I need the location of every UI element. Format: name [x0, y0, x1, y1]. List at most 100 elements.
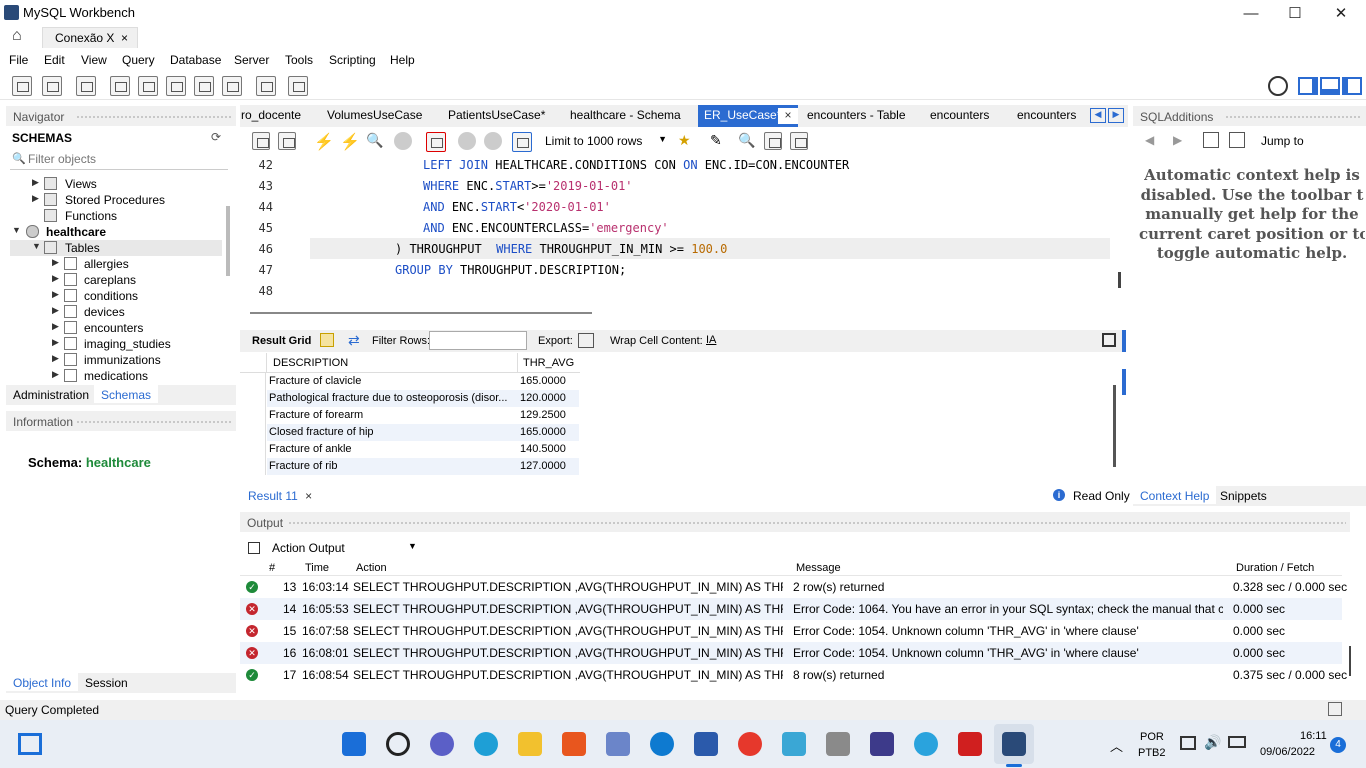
teamviewer-icon[interactable]	[650, 732, 674, 756]
menu-help[interactable]: Help	[390, 53, 415, 67]
telegram-icon[interactable]	[914, 732, 938, 756]
acrobat-icon[interactable]	[958, 732, 982, 756]
mysql-workbench-icon[interactable]	[1002, 732, 1026, 756]
jump-to-label[interactable]: Jump to	[1261, 134, 1304, 148]
expand-arrow-icon[interactable]: ▶	[32, 193, 39, 204]
open-sql-script-icon[interactable]	[42, 76, 62, 96]
collapse-arrow-icon[interactable]: ▼	[12, 225, 21, 235]
create-procedure-icon[interactable]	[194, 76, 214, 96]
tab-editor[interactable]: encounters - Table	[807, 108, 906, 122]
tab-scroll-right-icon[interactable]: ▶	[1108, 108, 1124, 123]
menu-edit[interactable]: Edit	[44, 53, 65, 67]
connection-tab[interactable]: Conexão X ×	[42, 27, 138, 48]
connection-tab-close-icon[interactable]: ×	[121, 31, 128, 45]
table-row[interactable]: Fracture of clavicle 165.0000	[267, 373, 579, 390]
create-view-icon[interactable]	[166, 76, 186, 96]
output-row[interactable]: ✕ 15 16:07:58 SELECT THROUGHPUT.DESCRIPT…	[240, 620, 1342, 642]
beautify-icon[interactable]: ✎	[710, 132, 722, 149]
start-windows-icon[interactable]	[342, 732, 366, 756]
column-header[interactable]: THR_AVG	[523, 355, 574, 369]
tab-editor[interactable]: healthcare - Schema	[570, 108, 681, 122]
table-row[interactable]: Fracture of rib 127.0000	[267, 458, 579, 475]
volume-icon[interactable]: 🔊	[1204, 734, 1221, 751]
export-icon[interactable]	[578, 333, 594, 348]
search-table-data-icon[interactable]	[256, 76, 276, 96]
tab-editor[interactable]: VolumesUseCase	[327, 108, 422, 122]
chevron-up-icon[interactable]: ︿	[1110, 736, 1123, 755]
side-panel-handle[interactable]	[1122, 369, 1126, 395]
output-selector[interactable]: Action Output ▼	[248, 539, 428, 559]
manual-help-icon[interactable]	[1203, 132, 1219, 148]
new-sql-tab-icon[interactable]	[12, 76, 32, 96]
explain-icon[interactable]: 🔍	[366, 132, 383, 149]
toggle-form-view-icon[interactable]	[1102, 333, 1116, 347]
editor-horizontal-scrollbar[interactable]	[250, 312, 592, 314]
create-function-icon[interactable]	[222, 76, 242, 96]
tab-editor[interactable]: ro_docente	[241, 108, 301, 122]
create-table-icon[interactable]	[138, 76, 158, 96]
table-row[interactable]: Closed fracture of hip 165.0000	[267, 424, 579, 441]
toggle-output-icon[interactable]	[1320, 77, 1340, 95]
toggle-sidebar-icon[interactable]	[1298, 77, 1318, 95]
forward-arrow-icon[interactable]: ▶	[1173, 133, 1182, 147]
expand-arrow-icon[interactable]: ▶	[52, 273, 59, 284]
toggle-error-icon[interactable]	[426, 132, 446, 152]
output-row[interactable]: ✕ 14 16:05:53 SELECT THROUGHPUT.DESCRIPT…	[240, 598, 1342, 620]
inspector-icon[interactable]	[76, 76, 96, 96]
tab-context-help[interactable]: Context Help	[1133, 486, 1217, 504]
limit-rows-select[interactable]: Limit to 1000 rows ▼	[545, 132, 669, 150]
preferences-gear-icon[interactable]	[1268, 76, 1288, 96]
column-header[interactable]: #	[269, 562, 275, 574]
printer-icon[interactable]	[826, 732, 850, 756]
remote-desktop-icon[interactable]	[870, 732, 894, 756]
filter-objects-input[interactable]	[28, 152, 218, 166]
tab-editor[interactable]: encounters	[930, 108, 989, 122]
search-icon[interactable]	[386, 732, 410, 756]
tab-schemas[interactable]: Schemas	[94, 385, 159, 403]
notification-badge[interactable]: 4	[1330, 737, 1346, 753]
table-row[interactable]: Fracture of ankle 140.5000	[267, 441, 579, 458]
expand-arrow-icon[interactable]: ▶	[52, 289, 59, 300]
tab-session[interactable]: Session	[78, 673, 135, 691]
execute-icon[interactable]: ⚡	[314, 132, 334, 152]
minimize-button[interactable]: —	[1228, 0, 1274, 26]
clock-date[interactable]: 09/06/2022	[1260, 746, 1315, 758]
tab-object-info[interactable]: Object Info	[6, 673, 79, 691]
column-header[interactable]: Message	[796, 562, 841, 574]
refresh-schemas-icon[interactable]: ⟳	[211, 130, 221, 144]
column-header[interactable]: Action	[356, 562, 387, 574]
output-row[interactable]: ✓ 13 16:03:14 SELECT THROUGHPUT.DESCRIPT…	[240, 576, 1347, 598]
expand-arrow-icon[interactable]: ▶	[52, 337, 59, 348]
status-bar-panel-icon[interactable]	[1328, 702, 1342, 716]
save-icon[interactable]	[278, 132, 296, 150]
expand-arrow-icon[interactable]: ▶	[52, 353, 59, 364]
auto-help-icon[interactable]	[1229, 132, 1245, 148]
output-row[interactable]: ✕ 16 16:08:01 SELECT THROUGHPUT.DESCRIPT…	[240, 642, 1342, 664]
menu-tools[interactable]: Tools	[285, 53, 313, 67]
back-arrow-icon[interactable]: ◀	[1145, 133, 1154, 147]
grid-vertical-scrollbar[interactable]	[1113, 385, 1116, 467]
filter-rows-input[interactable]	[429, 331, 527, 350]
commit-icon[interactable]	[458, 132, 476, 150]
expand-arrow-icon[interactable]: ▶	[52, 321, 59, 332]
column-header[interactable]: Time	[305, 562, 329, 574]
menu-server[interactable]: Server	[234, 53, 269, 67]
tab-editor[interactable]: PatientsUseCase*	[448, 108, 545, 122]
autocommit-icon[interactable]	[512, 132, 532, 152]
menu-query[interactable]: Query	[122, 53, 155, 67]
editor-vertical-scrollbar[interactable]	[1118, 272, 1121, 288]
battery-icon[interactable]	[1228, 736, 1246, 748]
language-primary[interactable]: POR	[1140, 731, 1164, 743]
menu-file[interactable]: File	[9, 53, 28, 67]
close-button[interactable]: ✕	[1318, 0, 1364, 26]
language-secondary[interactable]: PTB2	[1138, 747, 1166, 759]
column-header[interactable]: Duration / Fetch	[1236, 562, 1314, 574]
rollback-icon[interactable]	[484, 132, 502, 150]
expand-arrow-icon[interactable]: ▶	[52, 305, 59, 316]
chat-icon[interactable]	[430, 732, 454, 756]
tab-snippets[interactable]: Snippets	[1213, 486, 1274, 504]
wrap-lines-icon[interactable]	[790, 132, 808, 150]
edge-icon[interactable]	[474, 732, 498, 756]
execute-current-icon[interactable]: ⚡	[340, 132, 360, 152]
word-icon[interactable]	[694, 732, 718, 756]
